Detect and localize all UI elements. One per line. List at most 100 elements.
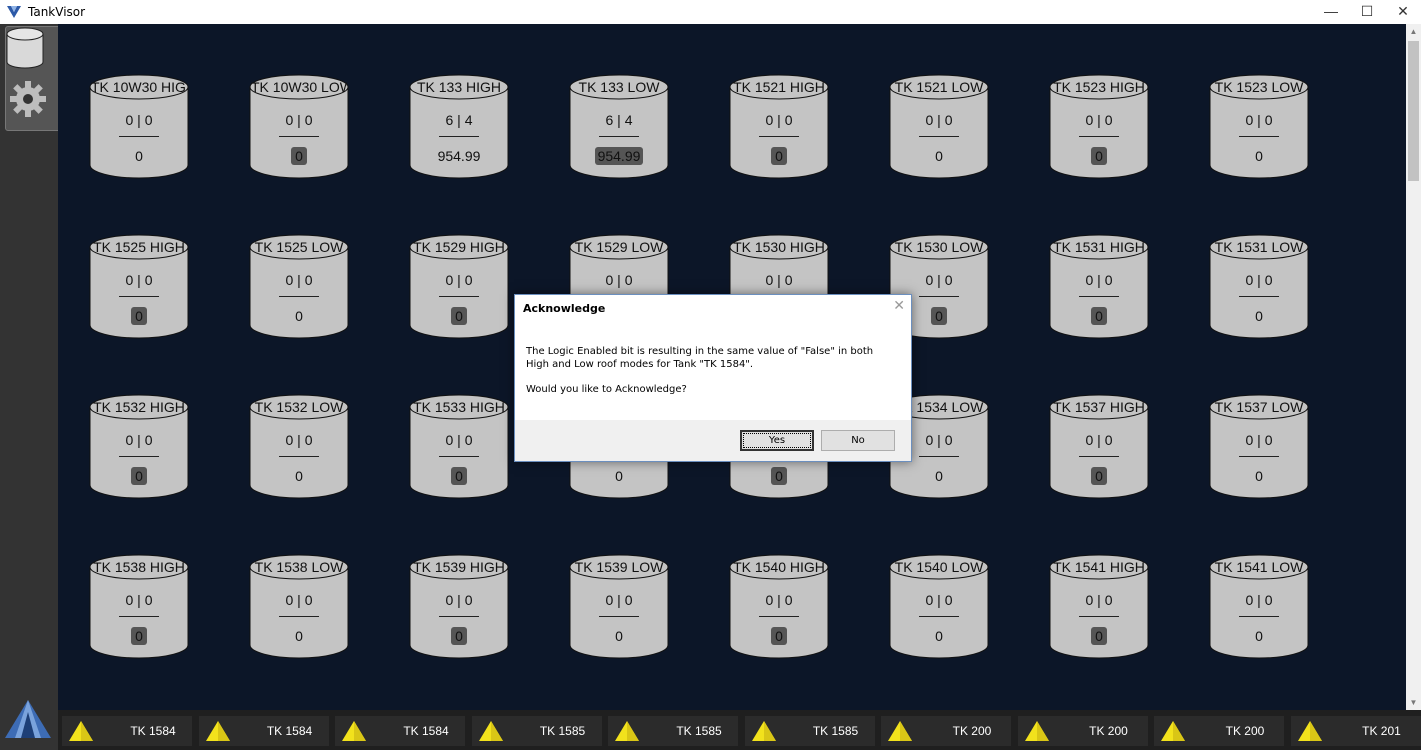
tank-card[interactable]: TK 1539 HIGH 0 | 0 0 <box>409 554 509 659</box>
tank-divider <box>119 136 159 137</box>
tank-name: TK 10W30 LOW <box>251 79 347 95</box>
tank-card[interactable]: TK 1521 HIGH 0 | 0 0 <box>729 74 829 179</box>
tank-divider <box>1079 456 1119 457</box>
tank-divider <box>439 616 479 617</box>
tank-io-values: 0 | 0 <box>605 592 633 608</box>
tank-divider <box>919 296 959 297</box>
alarm-item[interactable]: TK 200 <box>881 716 1011 746</box>
tank-io-values: 0 | 0 <box>605 272 633 288</box>
tank-level-value: 0 <box>771 467 787 485</box>
tank-card[interactable]: TK 1529 HIGH 0 | 0 0 <box>409 234 509 339</box>
tank-card[interactable]: TK 1533 HIGH 0 | 0 0 <box>409 394 509 499</box>
tank-io-values: 0 | 0 <box>925 112 953 128</box>
tank-card[interactable]: TK 1538 LOW 0 | 0 0 <box>249 554 349 659</box>
alarm-item[interactable]: TK 1584 <box>198 716 329 746</box>
tank-level-value: 0 <box>1255 628 1263 644</box>
tank-level-value: 0 <box>295 628 303 644</box>
minimize-button[interactable]: — <box>1313 0 1349 22</box>
tankvisor-logo-icon <box>7 6 21 18</box>
tank-card[interactable]: TK 133 LOW 6 | 4 954.99 <box>569 74 669 179</box>
tank-divider <box>439 136 479 137</box>
tank-io-values: 6 | 4 <box>605 112 633 128</box>
tank-divider <box>759 616 799 617</box>
tank-divider <box>279 616 319 617</box>
tank-level-value: 0 <box>931 307 947 325</box>
sidebar-item-settings[interactable] <box>5 76 51 122</box>
tank-level-value: 0 <box>295 468 303 484</box>
tank-card[interactable]: TK 1531 HIGH 0 | 0 0 <box>1049 234 1149 339</box>
tank-io-values: 0 | 0 <box>1245 432 1273 448</box>
scroll-up-icon[interactable]: ▲ <box>1406 24 1421 39</box>
tank-card[interactable]: TK 1541 LOW 0 | 0 0 <box>1209 554 1309 659</box>
yes-button[interactable]: Yes <box>740 430 814 451</box>
warning-icon <box>751 721 776 741</box>
tank-io-values: 0 | 0 <box>1085 592 1113 608</box>
alarm-item[interactable]: TK 1584 <box>62 716 192 746</box>
alarm-item[interactable]: TK 200 <box>1154 716 1284 746</box>
tank-io-values: 0 | 0 <box>445 592 473 608</box>
tank-card[interactable]: TK 1521 LOW 0 | 0 0 <box>889 74 989 179</box>
tank-level-value: 0 <box>131 307 147 325</box>
tank-card[interactable]: TK 1541 HIGH 0 | 0 0 <box>1049 554 1149 659</box>
alarm-item[interactable]: TK 1585 <box>744 716 875 746</box>
tank-card[interactable]: TK 1538 HIGH 0 | 0 0 <box>89 554 189 659</box>
tank-level-value: 0 <box>451 627 467 645</box>
tank-level-value: 0 <box>451 467 467 485</box>
tank-card[interactable]: TK 1525 LOW 0 | 0 0 <box>249 234 349 339</box>
tank-divider <box>1239 616 1279 617</box>
tank-level-value: 0 <box>131 467 147 485</box>
tank-card[interactable]: TK 1523 HIGH 0 | 0 0 <box>1049 74 1149 179</box>
tank-io-values: 0 | 0 <box>765 112 793 128</box>
tank-card[interactable]: TK 1525 HIGH 0 | 0 0 <box>89 234 189 339</box>
sidebar <box>0 24 105 750</box>
warning-icon <box>1297 721 1322 741</box>
tank-level-value: 954.99 <box>594 147 644 165</box>
tank-card[interactable]: TK 1540 HIGH 0 | 0 0 <box>729 554 829 659</box>
tank-name: TK 1537 LOW <box>1214 399 1304 415</box>
tank-card[interactable]: TK 1537 LOW 0 | 0 0 <box>1209 394 1309 499</box>
tank-name: TK 1529 LOW <box>574 239 664 255</box>
close-button[interactable]: ✕ <box>1385 0 1421 22</box>
scroll-thumb[interactable] <box>1408 41 1419 181</box>
tank-level-value: 0 <box>935 628 943 644</box>
tank-level-value: 0 <box>771 147 787 165</box>
tank-card[interactable]: TK 1540 LOW 0 | 0 0 <box>889 554 989 659</box>
title-bar: TankVisor — ☐ ✕ <box>0 0 1421 24</box>
warning-icon <box>615 721 639 741</box>
vertical-scrollbar[interactable]: ▲ ▼ <box>1406 24 1421 710</box>
tank-card[interactable]: TK 1532 HIGH 0 | 0 0 <box>89 394 189 499</box>
tank-card[interactable]: TK 1531 LOW 0 | 0 0 <box>1209 234 1309 339</box>
tank-card[interactable]: TK 10W30 HIGH 0 | 0 0 <box>89 74 189 179</box>
tank-level-value: 0 <box>615 628 623 644</box>
tank-divider <box>1079 616 1119 617</box>
alarm-item[interactable]: TK 201 <box>1290 716 1421 746</box>
tank-card[interactable]: TK 1537 HIGH 0 | 0 0 <box>1049 394 1149 499</box>
alarm-item[interactable]: TK 200 <box>1017 716 1148 746</box>
tank-io-values: 0 | 0 <box>285 592 313 608</box>
maximize-button[interactable]: ☐ <box>1349 0 1385 22</box>
alarm-item[interactable]: TK 1585 <box>608 716 738 746</box>
tank-io-values: 0 | 0 <box>925 592 953 608</box>
no-button[interactable]: No <box>821 430 895 451</box>
tank-name: TK 1533 HIGH <box>413 399 505 415</box>
tank-io-values: 0 | 0 <box>1245 272 1273 288</box>
tank-card[interactable]: TK 10W30 LOW 0 | 0 0 <box>249 74 349 179</box>
tank-name: TK 1540 HIGH <box>733 559 825 575</box>
tank-card[interactable]: TK 1523 LOW 0 | 0 0 <box>1209 74 1309 179</box>
tank-card[interactable]: TK 1532 LOW 0 | 0 0 <box>249 394 349 499</box>
tank-name: TK 1537 HIGH <box>1053 399 1145 415</box>
alarm-item[interactable]: TK 1584 <box>335 716 465 746</box>
tank-divider <box>279 136 319 137</box>
tank-io-values: 0 | 0 <box>1085 432 1113 448</box>
tank-io-values: 0 | 0 <box>125 592 153 608</box>
warning-icon <box>205 721 230 741</box>
warning-icon <box>342 721 366 741</box>
alarm-tank-label: TK 201 <box>1362 724 1401 738</box>
tank-card[interactable]: TK 1539 LOW 0 | 0 0 <box>569 554 669 659</box>
dialog-close-icon[interactable]: ✕ <box>893 298 905 314</box>
tank-io-values: 0 | 0 <box>285 432 313 448</box>
scroll-down-icon[interactable]: ▼ <box>1406 695 1421 710</box>
tank-card[interactable]: TK 133 HIGH 6 | 4 954.99 <box>409 74 509 179</box>
tank-name: TK 1525 LOW <box>254 239 344 255</box>
alarm-item[interactable]: TK 1585 <box>471 716 602 746</box>
